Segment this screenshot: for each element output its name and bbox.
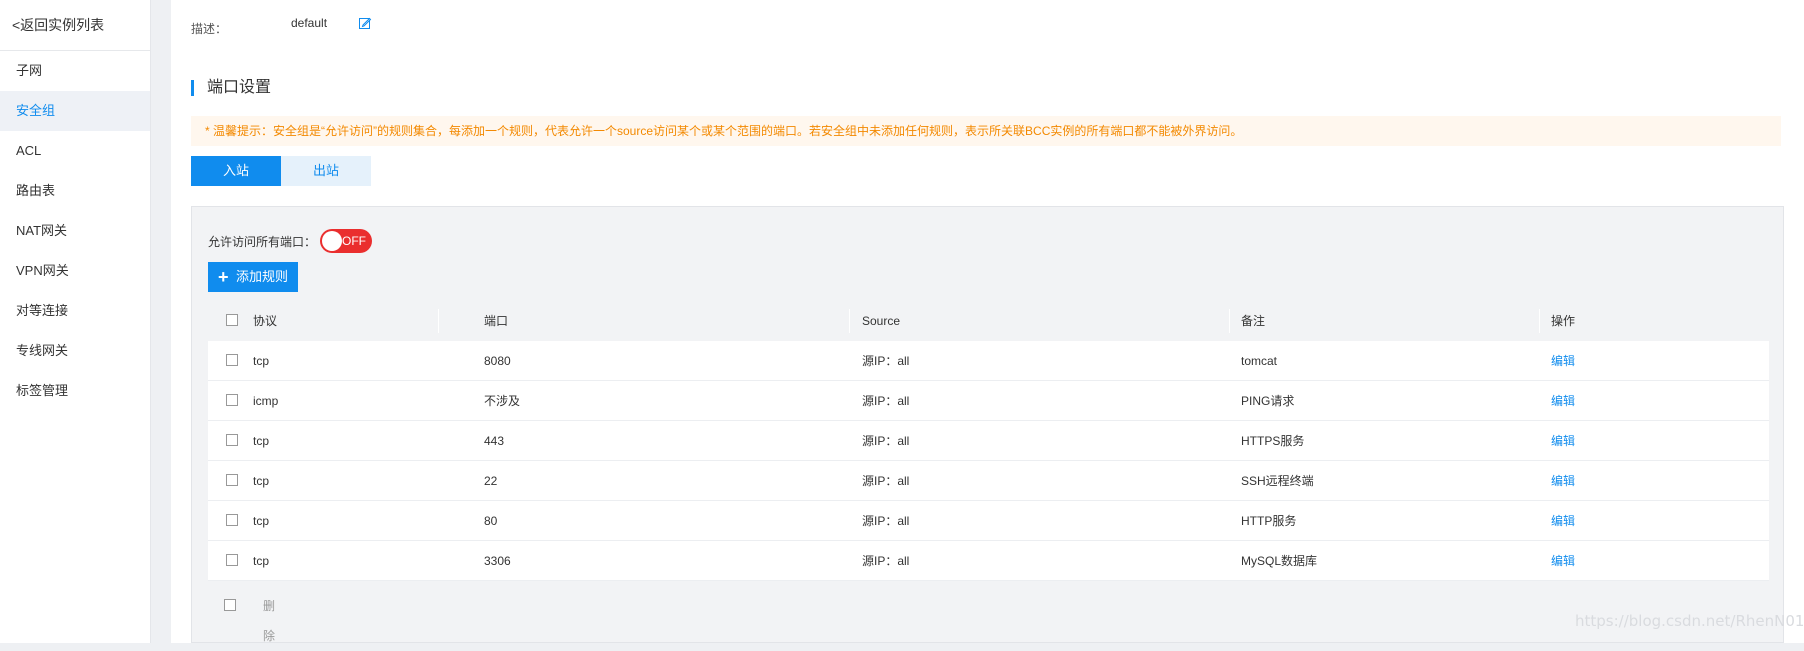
main-content: 描述： default 端口设置 * 温馨提示：安全组是“允许访问”的规则集合，… xyxy=(171,0,1804,643)
cell-port: 443 xyxy=(484,434,505,448)
tab-inbound[interactable]: 入站 xyxy=(191,156,281,186)
row-checkbox[interactable] xyxy=(226,474,238,486)
section-title-text: 端口设置 xyxy=(207,79,272,96)
edit-rule-link[interactable]: 编辑 xyxy=(1551,461,1575,501)
sidebar-item-acl[interactable]: ACL xyxy=(0,131,150,171)
allow-all-ports-label: 允许访问所有端口： xyxy=(208,234,317,249)
header-note: 备注 xyxy=(1241,314,1266,328)
sidebar-item-route-table[interactable]: 路由表 xyxy=(0,171,150,211)
table-header: 协议 端口 Source 备注 操作 xyxy=(208,301,1769,341)
cell-protocol: tcp xyxy=(253,474,270,488)
cell-note: HTTPS服务 xyxy=(1241,434,1305,448)
direction-tabs: 入站 出站 xyxy=(191,156,371,186)
cell-protocol: tcp xyxy=(253,514,270,528)
cell-protocol: icmp xyxy=(253,394,279,408)
edit-icon[interactable] xyxy=(358,16,372,30)
plus-icon: + xyxy=(218,267,229,287)
cell-protocol: tcp xyxy=(253,434,270,448)
edit-rule-link[interactable]: 编辑 xyxy=(1551,341,1575,381)
table-row: tcp 22 源IP：all SSH远程终端 编辑 xyxy=(208,461,1769,501)
warning-tip: * 温馨提示：安全组是“允许访问”的规则集合，每添加一个规则，代表允许一个sou… xyxy=(191,116,1781,146)
cell-source: 源IP：all xyxy=(862,554,910,568)
delete-button[interactable]: 删除 xyxy=(263,591,275,651)
header-protocol: 协议 xyxy=(253,314,278,328)
cell-port: 8080 xyxy=(484,354,511,368)
sidebar-item-subnet[interactable]: 子网 xyxy=(0,51,150,91)
cell-note: SSH远程终端 xyxy=(1241,474,1314,488)
sidebar-item-peering[interactable]: 对等连接 xyxy=(0,291,150,331)
sidebar-item-security-group[interactable]: 安全组 xyxy=(0,91,150,131)
select-all-checkbox[interactable] xyxy=(226,314,238,326)
tab-outbound[interactable]: 出站 xyxy=(281,156,371,186)
column-divider xyxy=(438,309,439,333)
rules-panel: 允许访问所有端口： OFF + 添加规则 协议 端口 Source 备注 操作 xyxy=(191,206,1784,643)
section-title-bar xyxy=(191,80,194,96)
cell-port: 80 xyxy=(484,514,498,528)
allow-all-ports-row: 允许访问所有端口： OFF xyxy=(208,229,373,253)
cell-note: PING请求 xyxy=(1241,394,1295,408)
cell-note: MySQL数据库 xyxy=(1241,554,1318,568)
cell-source: 源IP：all xyxy=(862,434,910,448)
table-row: icmp 不涉及 源IP：all PING请求 编辑 xyxy=(208,381,1769,421)
toggle-state: OFF xyxy=(342,234,367,248)
watermark: https://blog.csdn.net/RhenN01 xyxy=(1575,612,1804,630)
column-divider xyxy=(849,309,850,333)
table-row: tcp 8080 源IP：all tomcat 编辑 xyxy=(208,341,1769,381)
cell-port: 3306 xyxy=(484,554,511,568)
table-row: tcp 80 源IP：all HTTP服务 编辑 xyxy=(208,501,1769,541)
row-checkbox[interactable] xyxy=(226,354,238,366)
column-divider xyxy=(1229,309,1230,333)
cell-source: 源IP：all xyxy=(862,514,910,528)
row-checkbox[interactable] xyxy=(226,394,238,406)
allow-all-ports-toggle[interactable]: OFF xyxy=(320,229,373,253)
cell-note: HTTP服务 xyxy=(1241,514,1297,528)
description-label: 描述： xyxy=(191,22,228,36)
cell-note: tomcat xyxy=(1241,354,1278,368)
edit-rule-link[interactable]: 编辑 xyxy=(1551,501,1575,541)
edit-rule-link[interactable]: 编辑 xyxy=(1551,421,1575,461)
bulk-select-checkbox[interactable] xyxy=(224,599,236,611)
add-rule-label: 添加规则 xyxy=(236,269,289,284)
cell-port: 22 xyxy=(484,474,498,488)
add-rule-button[interactable]: + 添加规则 xyxy=(208,262,298,292)
header-source: Source xyxy=(862,314,901,328)
edit-rule-link[interactable]: 编辑 xyxy=(1551,381,1575,421)
cell-protocol: tcp xyxy=(253,554,270,568)
table-row: tcp 443 源IP：all HTTPS服务 编辑 xyxy=(208,421,1769,461)
column-divider xyxy=(1539,309,1540,333)
cell-protocol: tcp xyxy=(253,354,270,368)
cell-source: 源IP：all xyxy=(862,394,910,408)
rules-table: 协议 端口 Source 备注 操作 tcp 8080 源IP：all tomc… xyxy=(208,301,1769,581)
section-title: 端口设置 xyxy=(191,78,271,98)
toggle-knob xyxy=(322,231,343,251)
sidebar-item-tag-management[interactable]: 标签管理 xyxy=(0,371,150,411)
cell-source: 源IP：all xyxy=(862,354,910,368)
row-checkbox[interactable] xyxy=(226,434,238,446)
row-checkbox[interactable] xyxy=(226,554,238,566)
cell-port: 不涉及 xyxy=(484,394,521,408)
sidebar-item-dedicated-gateway[interactable]: 专线网关 xyxy=(0,331,150,371)
description-value: default xyxy=(291,16,328,30)
edit-rule-link[interactable]: 编辑 xyxy=(1551,541,1575,581)
sidebar-item-vpn-gateway[interactable]: VPN网关 xyxy=(0,251,150,291)
back-to-instance-list-link[interactable]: <返回实例列表 xyxy=(0,0,150,51)
header-port: 端口 xyxy=(484,314,509,328)
table-row: tcp 3306 源IP：all MySQL数据库 编辑 xyxy=(208,541,1769,581)
row-checkbox[interactable] xyxy=(226,514,238,526)
cell-source: 源IP：all xyxy=(862,474,910,488)
sidebar-item-nat-gateway[interactable]: NAT网关 xyxy=(0,211,150,251)
header-operation: 操作 xyxy=(1551,314,1576,328)
sidebar: <返回实例列表 子网 安全组 ACL 路由表 NAT网关 VPN网关 对等连接 … xyxy=(0,0,151,643)
